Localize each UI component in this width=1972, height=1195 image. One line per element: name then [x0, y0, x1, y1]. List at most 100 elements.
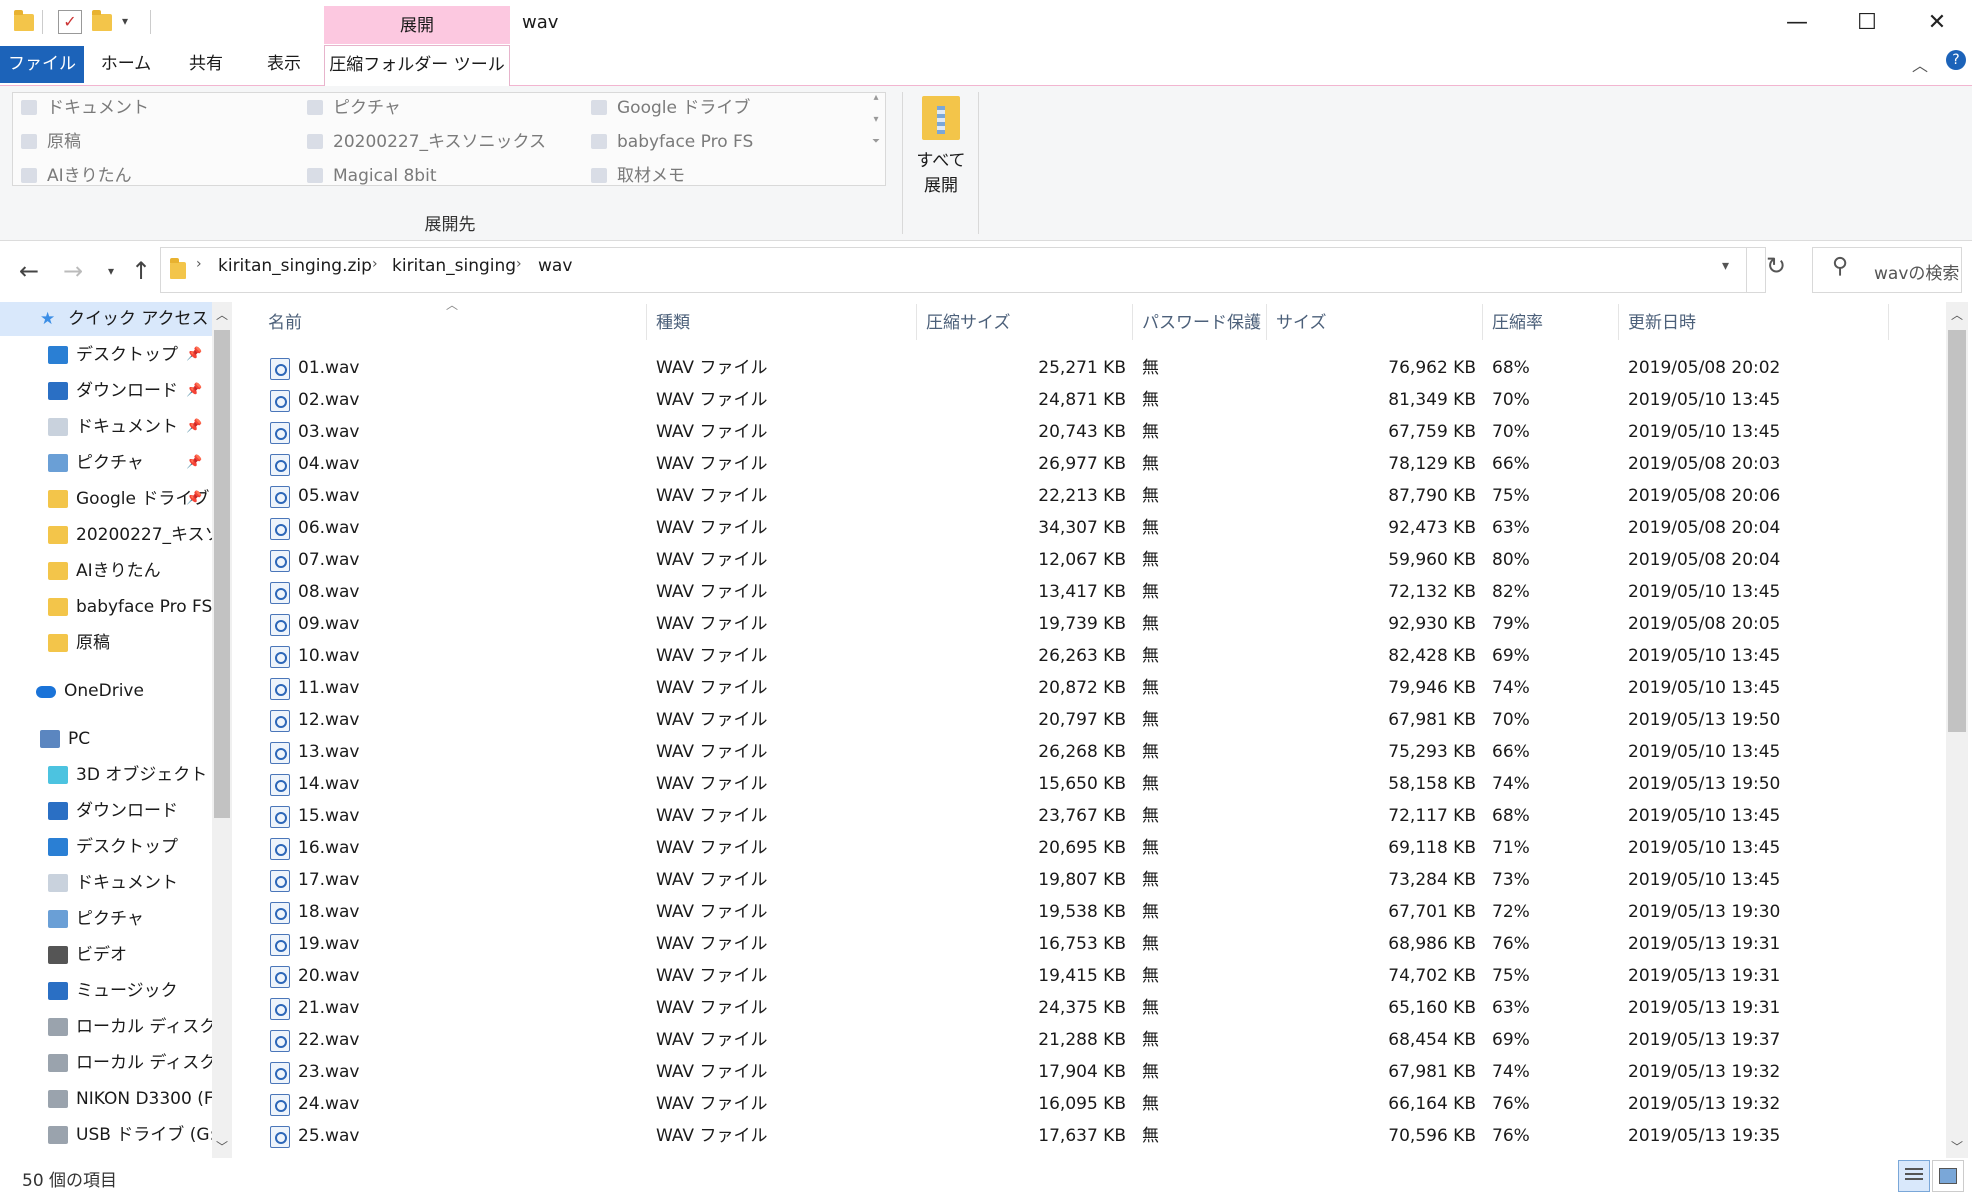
- scroll-up-arrow-icon[interactable]: ︿: [214, 306, 230, 323]
- file-row[interactable]: 20.wav WAV ファイル 19,415 KB 無 74,702 KB 75% 2019…: [262, 960, 1902, 992]
- breadcrumb-current[interactable]: wav: [538, 256, 572, 276]
- sidebar-item[interactable]: NIKON D3300 (F:): [0, 1082, 212, 1116]
- column-header-compressed-size[interactable]: 圧縮サイズ: [926, 306, 1011, 340]
- customize-quick-access-icon[interactable]: ▾: [122, 14, 128, 28]
- maximize-button[interactable]: ☐: [1836, 0, 1898, 45]
- sidebar-item[interactable]: USB ドライブ (G:): [0, 1118, 212, 1152]
- refresh-icon[interactable]: ↻: [1766, 252, 1786, 280]
- sidebar-item[interactable]: 原稿: [0, 626, 212, 660]
- breadcrumb-zip[interactable]: kiritan_singing.zip: [218, 256, 372, 276]
- tab-file[interactable]: ファイル: [0, 46, 84, 83]
- file-row[interactable]: 15.wav WAV ファイル 23,767 KB 無 72,117 KB 68% 2019…: [262, 800, 1902, 832]
- sidebar-item[interactable]: AIきりたん: [0, 554, 212, 588]
- column-header-name[interactable]: 名前: [268, 306, 302, 340]
- column-header-type[interactable]: 種類: [656, 306, 690, 340]
- file-row[interactable]: 10.wav WAV ファイル 26,263 KB 無 82,428 KB 69% 2019…: [262, 640, 1902, 672]
- sidebar-item[interactable]: ビデオ: [0, 938, 212, 972]
- recent-locations-icon[interactable]: ▾: [96, 253, 126, 289]
- destination-item[interactable]: Magical 8bit: [303, 163, 437, 185]
- file-row[interactable]: 05.wav WAV ファイル 22,213 KB 無 87,790 KB 75% 2019…: [262, 480, 1902, 512]
- close-button[interactable]: ✕: [1906, 0, 1968, 45]
- tab-compressed-folder-tools[interactable]: 圧縮フォルダー ツール: [324, 45, 510, 87]
- sidebar-item[interactable]: babyface Pro FS: [0, 590, 212, 624]
- destination-item[interactable]: babyface Pro FS: [587, 129, 753, 155]
- file-row[interactable]: 18.wav WAV ファイル 19,538 KB 無 67,701 KB 72% 2019…: [262, 896, 1902, 928]
- sidebar-item[interactable]: ローカル ディスク (C:): [0, 1010, 212, 1044]
- file-row[interactable]: 14.wav WAV ファイル 15,650 KB 無 58,158 KB 74% 2019…: [262, 768, 1902, 800]
- file-row[interactable]: 12.wav WAV ファイル 20,797 KB 無 67,981 KB 70% 2019…: [262, 704, 1902, 736]
- file-row[interactable]: 11.wav WAV ファイル 20,872 KB 無 79,946 KB 74% 2019…: [262, 672, 1902, 704]
- sidebar-item[interactable]: ピクチャ 📌: [0, 446, 212, 480]
- destination-item[interactable]: 取材メモ: [587, 163, 685, 185]
- file-row[interactable]: 07.wav WAV ファイル 12,067 KB 無 59,960 KB 80% 2019…: [262, 544, 1902, 576]
- file-row[interactable]: 01.wav WAV ファイル 25,271 KB 無 76,962 KB 68% 2019…: [262, 352, 1902, 384]
- file-row[interactable]: 21.wav WAV ファイル 24,375 KB 無 65,160 KB 63% 2019…: [262, 992, 1902, 1024]
- extract-all-button[interactable]: すべて 展開: [908, 96, 974, 206]
- search-input[interactable]: wavの検索: [1874, 259, 1959, 284]
- help-icon[interactable]: ?: [1946, 50, 1966, 70]
- sidebar-item[interactable]: 20200227_キスソニックス: [0, 518, 212, 552]
- breadcrumb-separator[interactable]: ›: [196, 256, 202, 272]
- breadcrumb-separator[interactable]: ›: [372, 256, 378, 272]
- address-history-chevron-icon[interactable]: ▾: [1722, 258, 1729, 274]
- file-row[interactable]: 04.wav WAV ファイル 26,977 KB 無 78,129 KB 66% 2019…: [262, 448, 1902, 480]
- scrollbar-thumb[interactable]: [1948, 330, 1966, 732]
- file-row[interactable]: 24.wav WAV ファイル 16,095 KB 無 66,164 KB 76% 2019…: [262, 1088, 1902, 1120]
- minimize-button[interactable]: —: [1766, 0, 1828, 45]
- column-header-ratio[interactable]: 圧縮率: [1492, 306, 1543, 340]
- file-row[interactable]: 08.wav WAV ファイル 13,417 KB 無 72,132 KB 82% 2019…: [262, 576, 1902, 608]
- destination-item[interactable]: Google ドライブ: [587, 95, 750, 121]
- destination-item[interactable]: 原稿: [17, 129, 81, 155]
- destination-item[interactable]: 20200227_キスソニックス: [303, 129, 546, 155]
- back-arrow-icon[interactable]: ←: [14, 253, 44, 289]
- file-row[interactable]: 22.wav WAV ファイル 21,288 KB 無 68,454 KB 69% 2019…: [262, 1024, 1902, 1056]
- destination-item[interactable]: ピクチャ: [303, 95, 401, 121]
- file-row[interactable]: 23.wav WAV ファイル 17,904 KB 無 67,981 KB 74% 2019…: [262, 1056, 1902, 1088]
- file-row[interactable]: 03.wav WAV ファイル 20,743 KB 無 67,759 KB 70% 2019…: [262, 416, 1902, 448]
- sidebar-item[interactable]: ★ クイック アクセス: [0, 302, 212, 336]
- scrollbar-thumb[interactable]: [214, 330, 230, 818]
- file-row[interactable]: 25.wav WAV ファイル 17,637 KB 無 70,596 KB 76% 2019…: [262, 1120, 1902, 1152]
- breadcrumb-separator[interactable]: ›: [516, 256, 522, 272]
- file-row[interactable]: 19.wav WAV ファイル 16,753 KB 無 68,986 KB 76% 2019…: [262, 928, 1902, 960]
- file-row[interactable]: 09.wav WAV ファイル 19,739 KB 無 92,930 KB 79% 2019…: [262, 608, 1902, 640]
- sidebar-item[interactable]: デスクトップ 📌: [0, 338, 212, 372]
- file-type: WAV ファイル: [656, 454, 768, 474]
- column-header-password[interactable]: パスワード保護: [1142, 306, 1261, 340]
- properties-icon[interactable]: ✓: [58, 10, 82, 34]
- scroll-up-arrow-icon[interactable]: ︿: [1949, 306, 1965, 323]
- sidebar-item[interactable]: 3D オブジェクト: [0, 758, 212, 792]
- sidebar-item[interactable]: ダウンロード 📌: [0, 374, 212, 408]
- file-row[interactable]: 13.wav WAV ファイル 26,268 KB 無 75,293 KB 66% 2019…: [262, 736, 1902, 768]
- sidebar-item[interactable]: ローカル ディスク (D:): [0, 1046, 212, 1080]
- sidebar-item[interactable]: デスクトップ: [0, 830, 212, 864]
- column-header-modified[interactable]: 更新日時: [1628, 306, 1696, 340]
- sidebar-item[interactable]: ミュージック: [0, 974, 212, 1008]
- file-row[interactable]: 06.wav WAV ファイル 34,307 KB 無 92,473 KB 63% 2019…: [262, 512, 1902, 544]
- destination-item[interactable]: ドキュメント: [17, 95, 149, 121]
- sidebar-item[interactable]: ダウンロード: [0, 794, 212, 828]
- sidebar-item[interactable]: OneDrive: [0, 674, 212, 708]
- column-header-size[interactable]: サイズ: [1276, 306, 1327, 340]
- scroll-down-arrow-icon[interactable]: ﹀: [1949, 1138, 1965, 1155]
- file-row[interactable]: 02.wav WAV ファイル 24,871 KB 無 81,349 KB 70% 2019…: [262, 384, 1902, 416]
- sidebar-item[interactable]: ドキュメント 📌: [0, 410, 212, 444]
- file-row[interactable]: 17.wav WAV ファイル 19,807 KB 無 73,284 KB 73% 2019…: [262, 864, 1902, 896]
- gallery-scroll-buttons[interactable]: ▴ ▾ ⏷: [868, 92, 884, 184]
- tab-share[interactable]: 共有: [172, 46, 240, 83]
- forward-arrow-icon[interactable]: →: [58, 253, 88, 289]
- scroll-down-arrow-icon[interactable]: ﹀: [214, 1138, 230, 1155]
- tab-home[interactable]: ホーム: [92, 46, 160, 83]
- sidebar-item[interactable]: ドキュメント: [0, 866, 212, 900]
- up-arrow-icon[interactable]: ↑: [126, 253, 156, 289]
- sidebar-item[interactable]: ピクチャ: [0, 902, 212, 936]
- collapse-ribbon-icon[interactable]: ︿: [1912, 52, 1928, 76]
- sidebar-item[interactable]: Google ドライブ 📌: [0, 482, 212, 516]
- tab-view[interactable]: 表示: [250, 46, 318, 83]
- large-icons-view-button[interactable]: [1932, 1160, 1964, 1192]
- sidebar-item[interactable]: PC: [0, 722, 212, 756]
- breadcrumb-folder[interactable]: kiritan_singing: [392, 256, 516, 276]
- file-row[interactable]: 16.wav WAV ファイル 20,695 KB 無 69,118 KB 71% 2019…: [262, 832, 1902, 864]
- details-view-button[interactable]: [1898, 1160, 1930, 1192]
- destination-item[interactable]: AIきりたん: [17, 163, 132, 185]
